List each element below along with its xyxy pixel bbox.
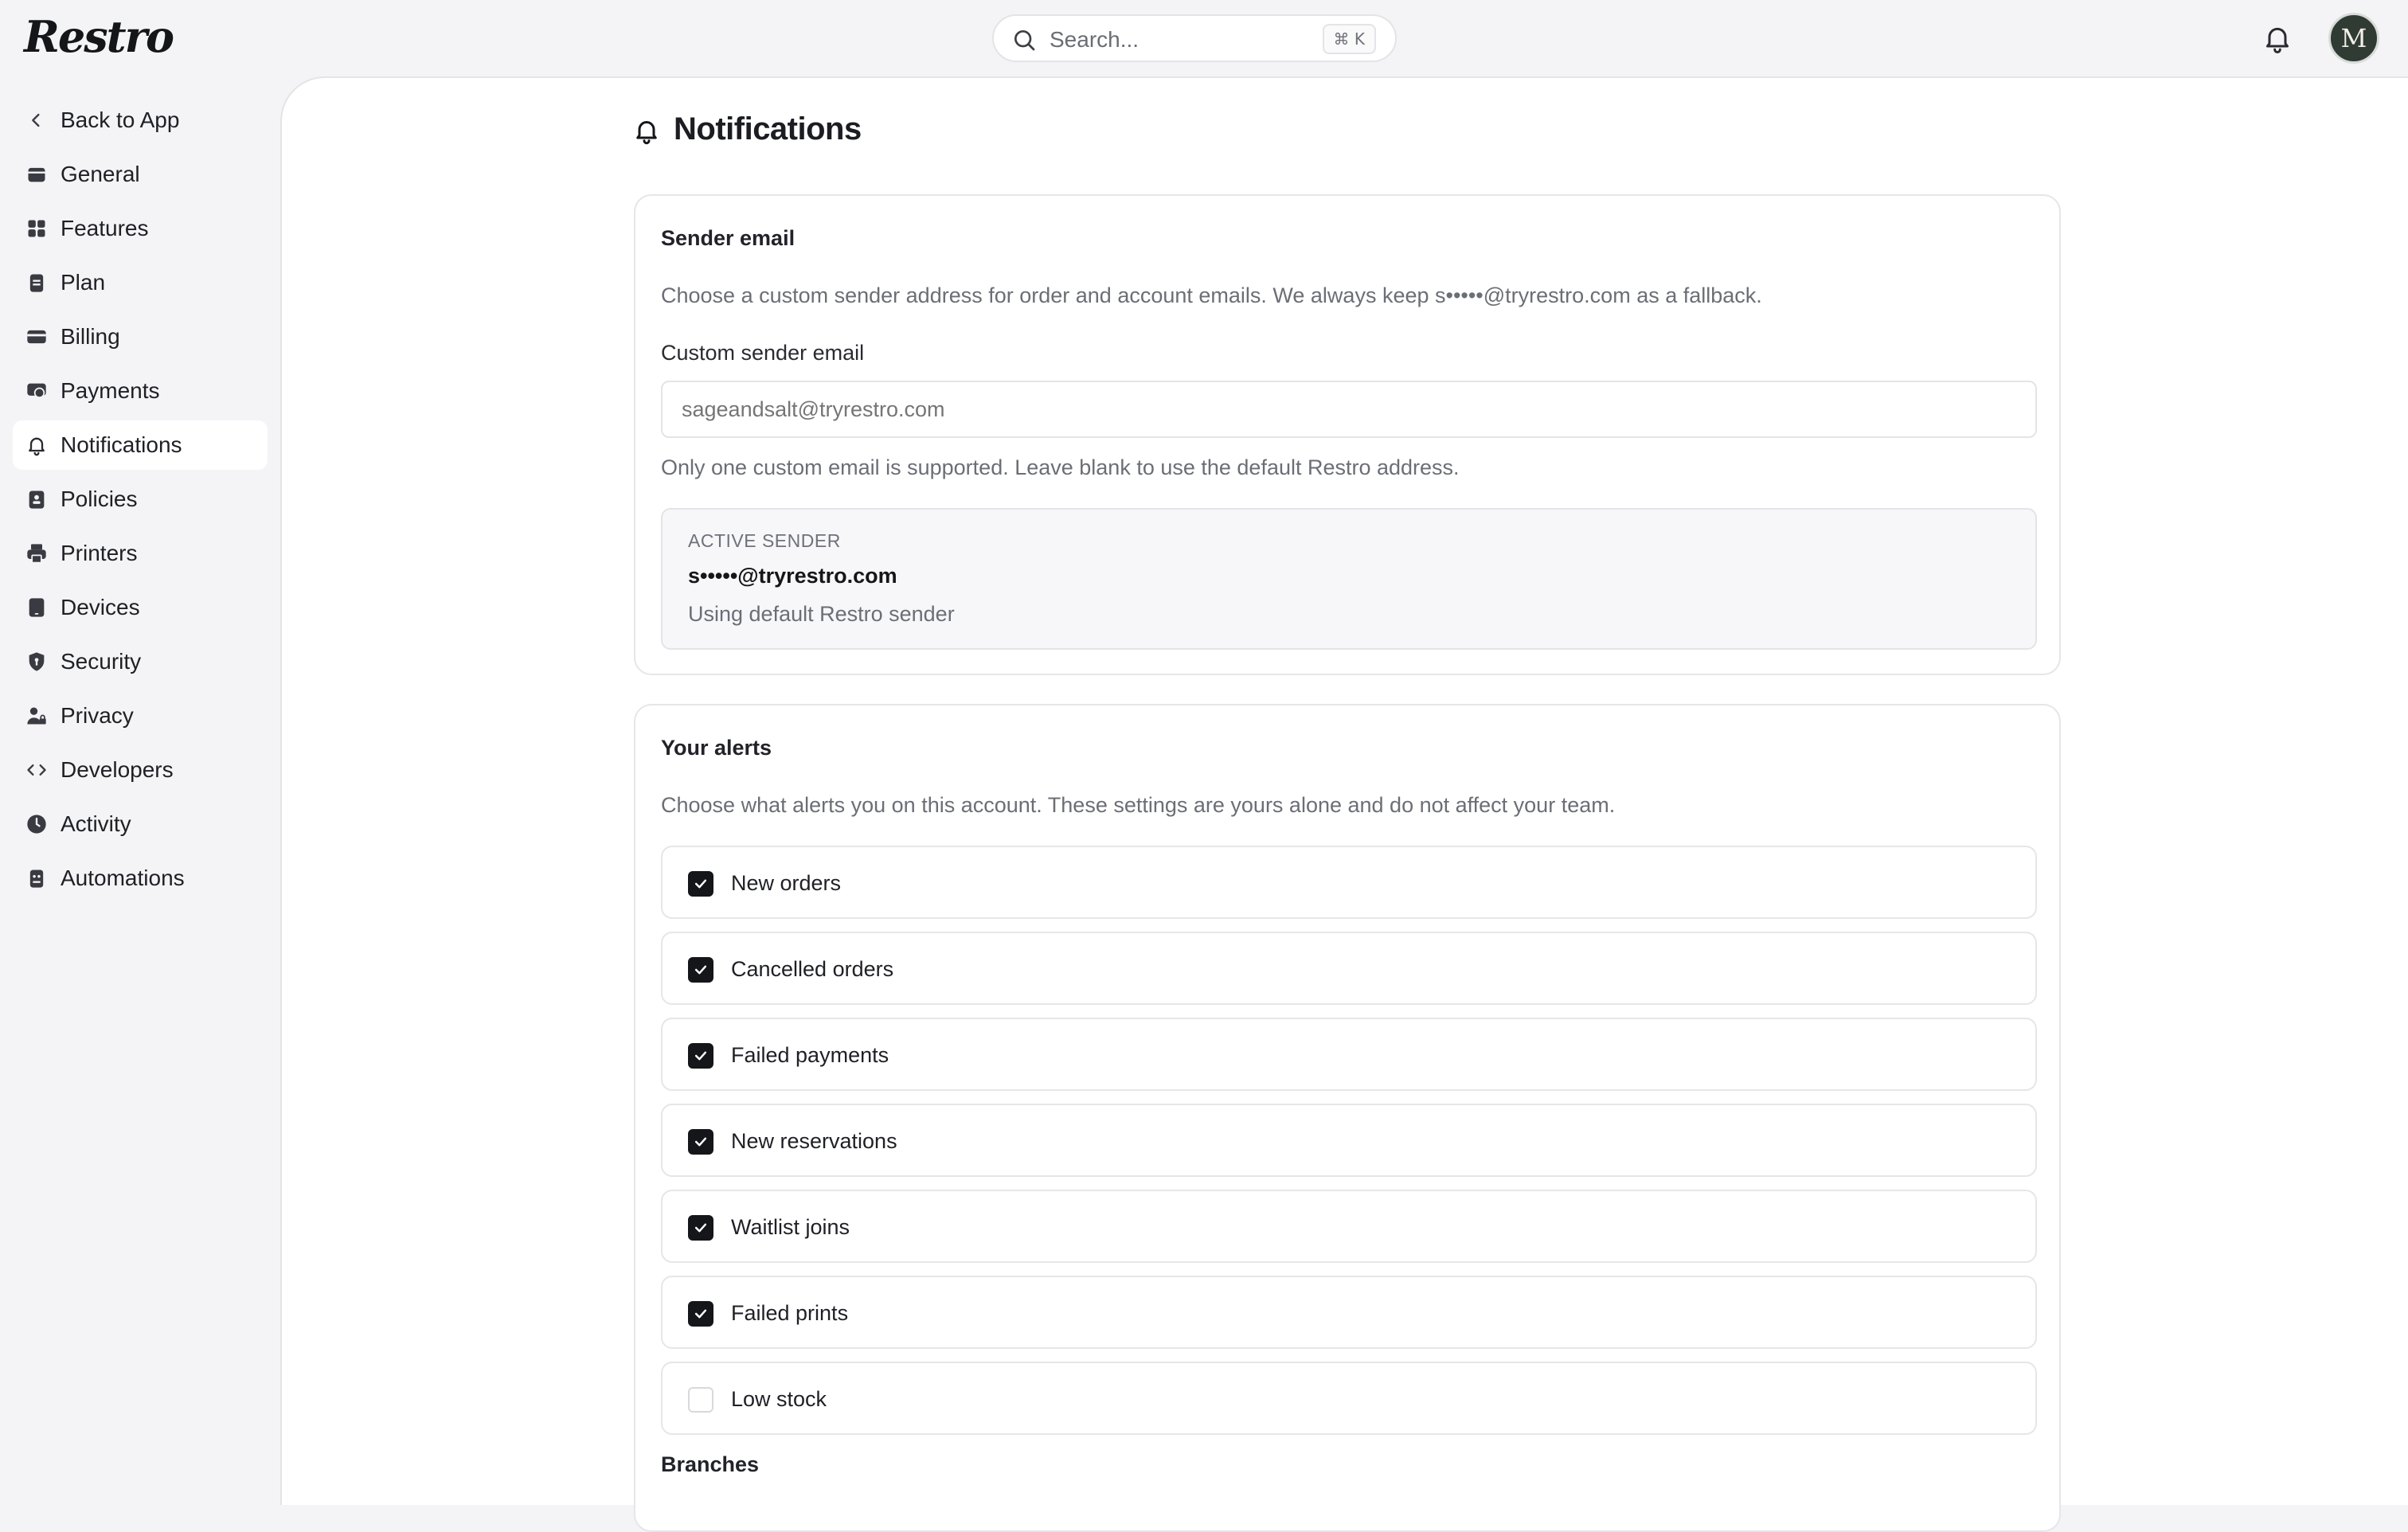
main-content: Notifications Sender email Choose a cust…: [280, 76, 2408, 1532]
chevron-left-icon: [32, 113, 40, 127]
branches-heading: Branches: [661, 1452, 760, 1476]
sidebar-item-printers[interactable]: Printers: [13, 529, 268, 578]
sidebar-item-general[interactable]: General: [13, 150, 268, 199]
sidebar-item-label: Privacy: [61, 703, 134, 728]
sidebar-item-label: Devices: [61, 595, 140, 619]
sidebar-item-label: Printers: [61, 541, 138, 565]
checkbox[interactable]: [688, 1129, 713, 1155]
checkbox[interactable]: [688, 871, 713, 897]
sidebar-item-label: Plan: [61, 270, 106, 295]
your-alerts-card: Your alerts Choose what alerts you on th…: [634, 704, 2061, 1532]
checkbox[interactable]: [688, 1301, 713, 1327]
sidebar-item-features[interactable]: Features: [13, 204, 268, 253]
sidebar-item-notifications[interactable]: Notifications: [13, 420, 268, 470]
sidebar-item-payments[interactable]: Payments: [13, 366, 268, 416]
sidebar-item-label: Payments: [61, 378, 160, 403]
payment-icon: [27, 383, 46, 399]
alert-label: New orders: [731, 871, 842, 895]
sidebar-item-activity[interactable]: Activity: [13, 799, 268, 849]
search-placeholder: Search...: [1050, 27, 1140, 52]
credit-card-icon: [27, 330, 46, 344]
active-sender-note: Using default Restro sender: [688, 602, 955, 626]
grid-icon: [28, 220, 45, 237]
check-icon: [694, 1137, 707, 1147]
your-alerts-title: Your alerts: [661, 736, 772, 760]
alert-toggle-new-orders[interactable]: New orders: [661, 846, 2037, 919]
alert-toggle-new-reservations[interactable]: New reservations: [661, 1104, 2037, 1177]
sidebar-item-label: Policies: [61, 487, 138, 511]
sidebar-item-policies[interactable]: Policies: [13, 475, 268, 524]
active-sender-caption: ACTIVE SENDER: [688, 530, 841, 551]
sidebar-item-label: Features: [61, 216, 149, 240]
clipboard-icon: [29, 274, 44, 292]
sidebar-item-label: Developers: [61, 757, 174, 782]
checkbox[interactable]: [688, 957, 713, 983]
search-icon: [1014, 30, 1035, 51]
custom-sender-email-input[interactable]: [661, 381, 2037, 438]
check-icon: [694, 1051, 707, 1061]
bell-icon: [29, 437, 45, 456]
alert-toggle-cancelled-orders[interactable]: Cancelled orders: [661, 932, 2037, 1005]
bell-icon: [636, 121, 657, 145]
sidebar-item-security[interactable]: Security: [13, 637, 268, 686]
alert-toggle-failed-prints[interactable]: Failed prints: [661, 1276, 2037, 1349]
code-icon: [27, 764, 46, 776]
checkbox[interactable]: [688, 1387, 713, 1413]
settings-sidebar: Back to App General Features Plan Billin…: [0, 76, 280, 1505]
sidebar-item-label: Notifications: [61, 432, 182, 457]
check-icon: [694, 965, 707, 975]
tablet-icon: [29, 598, 45, 617]
page-title: Notifications: [674, 111, 862, 147]
sender-email-card: Sender email Choose a custom sender addr…: [634, 194, 2061, 675]
checkbox[interactable]: [688, 1043, 713, 1069]
alert-toggle-low-stock[interactable]: Low stock: [661, 1362, 2037, 1435]
check-icon: [694, 879, 707, 889]
user-avatar[interactable]: M: [2328, 13, 2379, 64]
sidebar-item-label: General: [61, 162, 140, 186]
sidebar-item-privacy[interactable]: Privacy: [13, 691, 268, 741]
alert-toggle-failed-payments[interactable]: Failed payments: [661, 1018, 2037, 1091]
notifications-bell-icon[interactable]: [2261, 22, 2293, 54]
your-alerts-description: Choose what alerts you on this account. …: [661, 793, 1616, 817]
alert-toggle-waitlist-joins[interactable]: Waitlist joins: [661, 1190, 2037, 1263]
alert-label: Low stock: [731, 1387, 827, 1411]
user-lock-icon: [27, 707, 46, 725]
active-sender-address: s•••••@tryrestro.com: [688, 564, 897, 588]
clock-icon: [27, 815, 46, 834]
search-bar[interactable]: Search... ⌘ K: [992, 14, 1397, 62]
checkbox[interactable]: [688, 1215, 713, 1241]
sidebar-item-developers[interactable]: Developers: [13, 745, 268, 795]
sidebar-item-plan[interactable]: Plan: [13, 258, 268, 307]
restro-logo[interactable]: Restro: [24, 11, 174, 62]
custom-sender-email-label: Custom sender email: [661, 341, 865, 365]
check-icon: [694, 1223, 707, 1233]
sidebar-item-label: Security: [61, 649, 142, 674]
top-bar: Restro Search... ⌘ K M: [0, 0, 2408, 76]
sidebar-item-back-to-app[interactable]: Back to App: [13, 96, 268, 145]
active-sender-panel: ACTIVE SENDER s•••••@tryrestro.com Using…: [661, 508, 2037, 650]
sender-email-description: Choose a custom sender address for order…: [661, 283, 1762, 307]
policy-icon: [29, 490, 45, 509]
shield-icon: [29, 652, 45, 671]
alert-label: Failed prints: [731, 1301, 849, 1325]
sidebar-item-devices[interactable]: Devices: [13, 583, 268, 632]
alert-label: New reservations: [731, 1129, 897, 1153]
check-icon: [694, 1309, 707, 1319]
printer-icon: [27, 544, 46, 564]
sidebar-item-label: Billing: [61, 324, 120, 349]
alert-label: Cancelled orders: [731, 957, 894, 981]
search-shortcut-badge: ⌘ K: [1322, 24, 1376, 54]
sidebar-item-billing[interactable]: Billing: [13, 312, 268, 362]
sidebar-item-label: Automations: [61, 866, 185, 890]
sender-email-title: Sender email: [661, 226, 796, 250]
store-icon: [28, 167, 45, 182]
alert-label: Failed payments: [731, 1043, 889, 1067]
sidebar-item-label: Activity: [61, 811, 131, 836]
alert-label: Waitlist joins: [731, 1215, 850, 1239]
sidebar-item-automations[interactable]: Automations: [13, 854, 268, 903]
robot-icon: [29, 870, 44, 888]
custom-sender-email-help: Only one custom email is supported. Leav…: [661, 455, 1460, 479]
sidebar-item-label: Back to App: [61, 107, 180, 132]
